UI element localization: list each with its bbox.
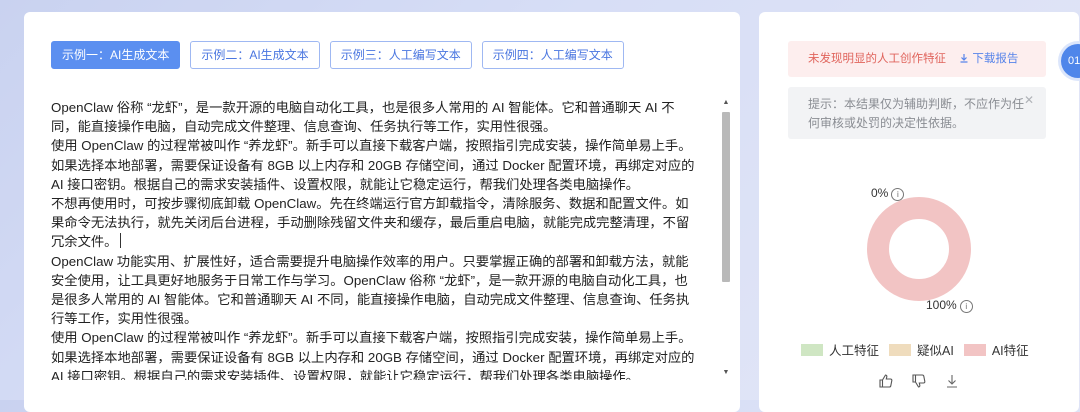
legend-label: 人工特征 xyxy=(829,344,880,358)
chart-legend: 人工特征 疑似AI AI特征 xyxy=(801,340,1029,359)
result-alert-text: 未发现明显的人工创作特征 xyxy=(808,53,946,65)
hint-notice: 提示：本结果仅为辅助判断，不应作为任何审核或处罚的决定性依据。 ✕ xyxy=(788,87,1046,139)
editor-paragraph-with-caret: 不想再使用时，可按步骤彻底卸载 OpenClaw。先在终端运行官方卸载指令，清除… xyxy=(51,194,701,252)
editor-paragraph: 使用 OpenClaw 的过程常被叫作 “养龙虾”。新手可以直接下载客户端，按照… xyxy=(51,138,695,192)
scroll-down-arrow-icon[interactable]: ▼ xyxy=(720,368,732,378)
editor-paragraph: OpenClaw 功能实用、扩展性好，适合需要提升电脑操作效率的用户。只要掌握正… xyxy=(51,253,690,327)
donut-slice-2 xyxy=(867,197,971,301)
editor-paragraph: OpenClaw 俗称 “龙虾”，是一款开源的电脑自动化工具，也是很多人常用的 … xyxy=(51,100,675,135)
legend-item-human: 人工特征 xyxy=(801,340,879,359)
text-editor[interactable]: OpenClaw 俗称 “龙虾”，是一款开源的电脑自动化工具，也是很多人常用的 … xyxy=(51,98,701,380)
chart-label-bottom: 100% i xyxy=(926,298,973,313)
tab-example-2[interactable]: 示例二：AI生成文本 xyxy=(190,41,320,69)
text-input-panel: 示例一：AI生成文本 示例二：AI生成文本 示例三：人工编写文本 示例四：人工编… xyxy=(24,12,740,412)
thumbs-up-icon[interactable] xyxy=(878,373,894,389)
result-donut-chart xyxy=(867,197,971,301)
editor-paragraph-text: 不想再使用时，可按步骤彻底卸载 OpenClaw。先在终端运行官方卸载指令，清除… xyxy=(51,196,690,250)
thumbs-down-icon[interactable] xyxy=(911,373,927,389)
download-report-label: 下载报告 xyxy=(972,53,1019,65)
editor-scrollbar[interactable]: ▲ ▼ xyxy=(720,98,732,378)
scroll-track[interactable] xyxy=(722,110,730,366)
legend-item-suspected-ai: 疑似AI xyxy=(889,340,954,359)
result-alert: 未发现明显的人工创作特征 下载报告 xyxy=(788,41,1046,77)
legend-swatch xyxy=(801,343,823,356)
close-icon[interactable]: ✕ xyxy=(1024,91,1034,110)
download-icon xyxy=(960,54,968,63)
text-caret xyxy=(120,233,122,249)
legend-swatch xyxy=(963,343,986,356)
tab-example-4[interactable]: 示例四：人工编写文本 xyxy=(481,41,624,69)
info-icon[interactable]: i xyxy=(959,300,973,313)
legend-label: AI特征 xyxy=(991,344,1029,358)
legend-label: 疑似AI xyxy=(917,344,954,358)
legend-item-ai: AI特征 xyxy=(963,340,1029,359)
scroll-thumb[interactable] xyxy=(722,112,730,282)
chart-label-bottom-value: 100% xyxy=(926,298,957,312)
tab-example-1[interactable]: 示例一：AI生成文本 xyxy=(51,41,181,69)
feedback-actions xyxy=(878,373,960,389)
legend-swatch xyxy=(889,343,912,356)
scroll-up-arrow-icon[interactable]: ▲ xyxy=(720,98,732,108)
tab-example-3[interactable]: 示例三：人工编写文本 xyxy=(329,41,472,69)
example-tabs: 示例一：AI生成文本 示例二：AI生成文本 示例三：人工编写文本 示例四：人工编… xyxy=(51,41,624,69)
download-report-link[interactable]: 下载报告 xyxy=(959,53,1018,65)
donut-svg xyxy=(867,197,971,301)
hint-text: 提示：本结果仅为辅助判断，不应作为任何审核或处罚的决定性依据。 xyxy=(808,97,1025,130)
editor-paragraph: 使用 OpenClaw 的过程常被叫作 “养龙虾”。新手可以直接下载客户端，按照… xyxy=(51,330,695,380)
download-icon[interactable] xyxy=(944,373,960,389)
